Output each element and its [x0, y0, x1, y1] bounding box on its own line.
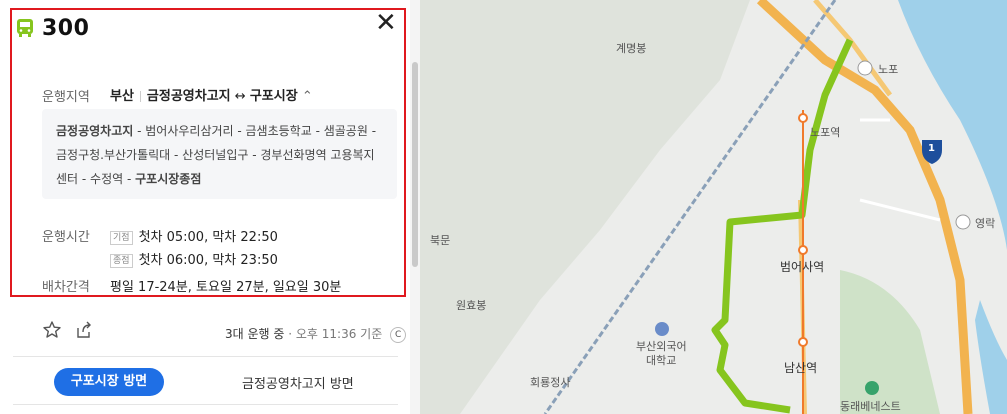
stop-start: 금정공영차고지 [56, 124, 134, 138]
divider [13, 356, 398, 357]
divider-bottom [13, 404, 398, 405]
map-canvas [420, 0, 1007, 414]
map-label-bukmun: 북문 [430, 234, 451, 247]
status-dot: · [284, 327, 296, 341]
map-label-namsan-station: 남산역 [784, 361, 818, 375]
direction-tab-other[interactable]: 금정공영차고지 방면 [242, 373, 354, 392]
map-label-nopo: 노포 [878, 63, 899, 76]
map-label-dongrae-benest: 동래베네스트 [840, 400, 901, 413]
status-time: 오후 11:36 기준 [295, 327, 383, 341]
map-label-wonhyobong: 원효봉 [456, 299, 487, 312]
star-icon[interactable] [42, 320, 62, 344]
map-label-beomeosa-station: 범어사역 [780, 260, 825, 274]
scrollbar-thumb[interactable] [412, 62, 418, 267]
hours-start: 첫차 05:00, 막차 22:50 [138, 230, 278, 245]
map-label-yeongnak: 영락 [975, 217, 996, 230]
hours-start-row: 기점 첫차 05:00, 막차 22:50 [110, 226, 278, 245]
area-to: 구포시장 [249, 89, 298, 104]
hours-end: 첫차 06:00, 막차 23:50 [138, 253, 278, 268]
area-line: 부산 금정공영차고지 ↔ 구포시장 ⌃ [110, 85, 313, 104]
share-icon[interactable] [74, 320, 94, 344]
map-label-nopo-station: 노포역 [810, 126, 841, 139]
running-status: 3대 운행 중 · 오후 11:36 기준 C [225, 325, 407, 343]
close-icon[interactable]: ✕ [375, 10, 397, 36]
route-number: 300 [42, 16, 90, 41]
map-label-gyemyeongbong: 계명봉 [616, 42, 647, 55]
running-count: 3대 운행 중 [225, 327, 285, 341]
area-label: 운행지역 [42, 90, 90, 105]
hours-label: 운행시간 [42, 230, 90, 245]
map-label-bufs-2: 대학교 [646, 354, 677, 367]
route-info-panel: 300 ✕ 운행지역 부산 금정공영차고지 ↔ 구포시장 ⌃ 금정공영차고지 - … [0, 0, 420, 414]
hours-end-row: 종점 첫차 06:00, 막차 23:50 [110, 249, 278, 268]
bus-icon [16, 18, 34, 42]
interval-label: 배차간격 [42, 280, 90, 295]
collapse-chevron-icon[interactable]: ⌃ [302, 89, 313, 104]
refresh-icon[interactable]: C [390, 326, 407, 343]
area-arrow: ↔ [234, 89, 246, 104]
start-tag: 기점 [110, 230, 133, 245]
area-from: 금정공영차고지 [146, 89, 231, 104]
map-label-hoeryongjeongsa: 회룡정사 [530, 376, 571, 389]
direction-tab-active[interactable]: 구포시장 방면 [54, 368, 164, 396]
area-region: 부산 [110, 89, 134, 104]
end-tag: 종점 [110, 253, 133, 268]
stop-end: 구포시장종점 [135, 172, 202, 186]
interval-value: 평일 17-24분, 토요일 27분, 일요일 30분 [110, 280, 342, 295]
highway-shield-number: 1 [928, 143, 935, 154]
stops-list: 금정공영차고지 - 범어사우리삼거리 - 금샘초등학교 - 샘골공원 - 금정구… [42, 109, 397, 199]
map-view[interactable]: 계명봉 노포 노포역 영락 북문 원효봉 범어사역 부산외국어 대학교 남산역 … [420, 0, 1007, 414]
